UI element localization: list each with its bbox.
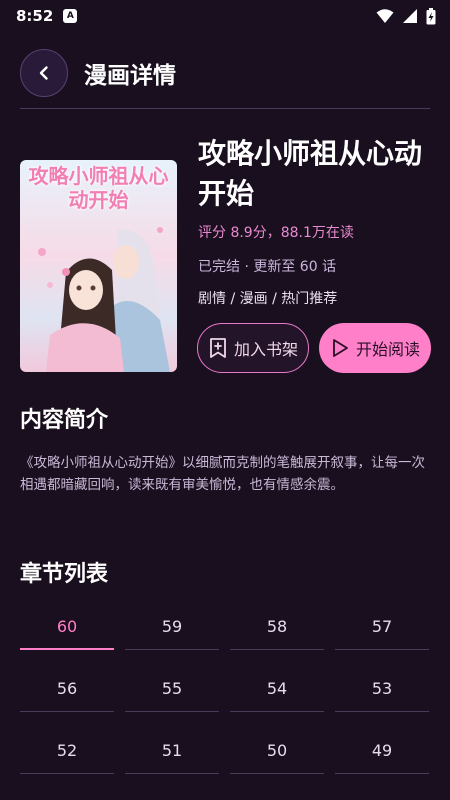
status-indicators (376, 7, 436, 25)
chapter-list-heading: 章节列表 (20, 562, 109, 587)
header-divider (20, 108, 430, 109)
battery-icon (426, 7, 436, 24)
comic-title: 攻略小师祖从心动开始 (198, 137, 423, 210)
comic-cover[interactable]: 攻略小师祖从心动开始 (20, 160, 177, 372)
chapter-item[interactable]: 51 (125, 728, 219, 774)
chapter-item[interactable]: 54 (230, 666, 324, 712)
comic-tags: 剧情 / 漫画 / 热门推荐 (198, 291, 338, 307)
chapter-item[interactable]: 53 (335, 666, 429, 712)
chapter-item[interactable]: 59 (125, 604, 219, 650)
chapter-item[interactable]: 60 (20, 604, 114, 650)
wifi-icon (376, 9, 394, 23)
bookmark-add-icon (210, 338, 226, 358)
intro-heading: 内容简介 (20, 408, 109, 433)
chapter-item[interactable]: 52 (20, 728, 114, 774)
header: 漫画详情 (0, 38, 450, 108)
play-icon (333, 339, 348, 357)
intro-text: 《攻略小师祖从心动开始》以细腻而克制的笔触展开叙事，让每一次相遇都暗藏回响，读来… (20, 455, 425, 493)
signal-icon (403, 9, 417, 23)
chevron-left-icon (39, 66, 48, 80)
add-to-bookshelf-label: 加入书架 (233, 340, 298, 359)
start-reading-label: 开始阅读 (355, 340, 420, 359)
status-time: 8:52 (16, 7, 54, 25)
chapter-item[interactable]: 57 (335, 604, 429, 650)
comic-rating: 评分 8.9分，88.1万在读 (198, 225, 354, 241)
app-notification-icon: A (63, 9, 78, 23)
chapter-item[interactable]: 58 (230, 604, 324, 650)
chapter-item[interactable]: 56 (20, 666, 114, 712)
back-button[interactable] (20, 49, 68, 97)
comic-update-status: 已完结 · 更新至 60 话 (198, 259, 337, 275)
chapter-item[interactable]: 49 (335, 728, 429, 774)
cover-title: 攻略小师祖从心动开始 (28, 164, 169, 212)
status-bar: 8:52 A (0, 0, 450, 32)
chapter-item[interactable]: 50 (230, 728, 324, 774)
chapter-grid: 60 59 58 57 56 55 54 53 52 51 50 49 (20, 604, 430, 774)
page-title: 漫画详情 (84, 63, 176, 89)
add-to-bookshelf-button[interactable]: 加入书架 (197, 323, 309, 373)
start-reading-button[interactable]: 开始阅读 (319, 323, 431, 373)
chapter-item[interactable]: 55 (125, 666, 219, 712)
